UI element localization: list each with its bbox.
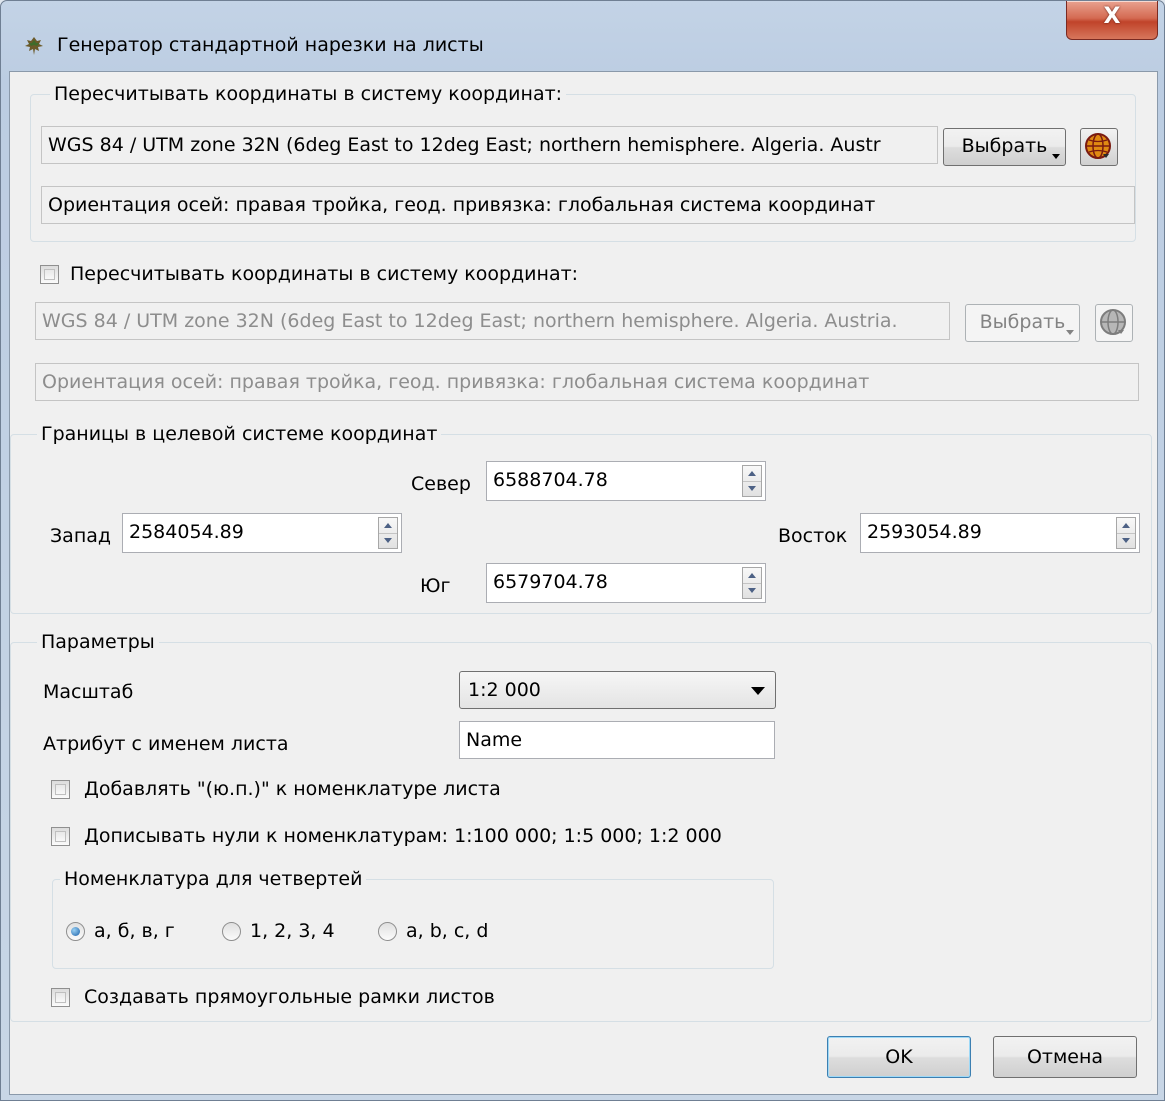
add-suffix-checkbox[interactable] bbox=[51, 780, 70, 799]
sheet-attr-input[interactable]: Name bbox=[459, 721, 775, 759]
sheet-attr-label: Атрибут с именем листа bbox=[43, 733, 289, 755]
params-group-title: Параметры bbox=[37, 630, 159, 654]
title-bar[interactable]: Генератор стандартной нарезки на листы X bbox=[1, 1, 1164, 71]
scale-value: 1:2 000 bbox=[468, 679, 541, 701]
ok-button[interactable]: OK bbox=[827, 1036, 971, 1078]
dialog-client-area: Пересчитывать координаты в систему коорд… bbox=[9, 71, 1158, 1095]
crs2-checkbox-label: Пересчитывать координаты в систему коорд… bbox=[70, 263, 579, 285]
east-value: 2593054.89 bbox=[867, 521, 982, 543]
tree-icon bbox=[23, 35, 45, 57]
scale-combobox[interactable]: 1:2 000 bbox=[459, 671, 776, 709]
dialog-window: Генератор стандартной нарезки на листы X… bbox=[0, 0, 1165, 1101]
west-label: Запад bbox=[50, 525, 112, 547]
close-button[interactable]: X bbox=[1066, 1, 1158, 40]
crs2-orientation-field: Ориентация осей: правая тройка, геод. пр… bbox=[35, 363, 1139, 401]
add-zeros-label: Дописывать нули к номенклатурам: 1:100 0… bbox=[84, 825, 722, 847]
south-spinbox[interactable]: 6579704.78 bbox=[486, 563, 766, 603]
scale-label: Масштаб bbox=[43, 681, 134, 703]
quarters-option-digits: 1, 2, 3, 4 bbox=[250, 920, 335, 942]
east-spin-arrows[interactable] bbox=[1116, 517, 1136, 549]
chevron-down-icon bbox=[1052, 154, 1060, 159]
quarters-radio-digits[interactable] bbox=[222, 922, 241, 941]
globe-icon bbox=[1100, 309, 1126, 335]
north-spinbox[interactable]: 6588704.78 bbox=[486, 461, 766, 501]
chevron-down-icon bbox=[1066, 330, 1074, 335]
west-value: 2584054.89 bbox=[129, 521, 244, 543]
add-zeros-checkbox[interactable] bbox=[51, 827, 70, 846]
crs2-globe-button[interactable] bbox=[1095, 304, 1133, 342]
quarters-radio-latin[interactable] bbox=[378, 922, 397, 941]
rect-frames-label: Создавать прямоугольные рамки листов bbox=[84, 986, 495, 1008]
add-suffix-label: Добавлять "(ю.п.)" к номенклатуре листа bbox=[84, 778, 501, 800]
window-title: Генератор стандартной нарезки на листы bbox=[57, 34, 484, 56]
crs1-value-field: WGS 84 / UTM zone 32N (6deg East to 12de… bbox=[41, 126, 938, 164]
crs2-choose-label: Выбрать bbox=[979, 311, 1066, 333]
east-spinbox[interactable]: 2593054.89 bbox=[860, 513, 1140, 553]
quarters-group-title: Номенклатура для четвертей bbox=[60, 867, 367, 891]
quarters-option-cyrillic: а, б, в, г bbox=[94, 920, 175, 942]
quarters-radio-cyrillic[interactable] bbox=[66, 922, 85, 941]
north-label: Север bbox=[411, 473, 471, 495]
bounds-group-title: Границы в целевой системе координат bbox=[37, 422, 442, 446]
rect-frames-checkbox[interactable] bbox=[51, 988, 70, 1007]
crs1-choose-button[interactable]: Выбрать bbox=[943, 128, 1066, 166]
crs2-value-field: WGS 84 / UTM zone 32N (6deg East to 12de… bbox=[35, 302, 950, 340]
quarters-option-latin: a, b, c, d bbox=[406, 920, 489, 942]
crs1-choose-label: Выбрать bbox=[961, 135, 1048, 157]
west-spinbox[interactable]: 2584054.89 bbox=[122, 513, 402, 553]
crs1-orientation-field: Ориентация осей: правая тройка, геод. пр… bbox=[41, 186, 1135, 224]
north-value: 6588704.78 bbox=[493, 469, 608, 491]
chevron-down-icon bbox=[751, 687, 765, 695]
close-icon: X bbox=[1103, 4, 1121, 29]
west-spin-arrows[interactable] bbox=[378, 517, 398, 549]
south-value: 6579704.78 bbox=[493, 571, 608, 593]
south-spin-arrows[interactable] bbox=[742, 567, 762, 599]
globe-icon bbox=[1085, 133, 1111, 159]
crs2-choose-button[interactable]: Выбрать bbox=[965, 304, 1080, 342]
cancel-button[interactable]: Отмена bbox=[993, 1036, 1137, 1078]
crs1-group-title: Пересчитывать координаты в систему коорд… bbox=[50, 82, 567, 106]
crs2-checkbox[interactable] bbox=[40, 265, 59, 284]
south-label: Юг bbox=[420, 575, 451, 597]
north-spin-arrows[interactable] bbox=[742, 465, 762, 497]
crs1-globe-button[interactable] bbox=[1080, 128, 1118, 166]
east-label: Восток bbox=[778, 525, 848, 547]
